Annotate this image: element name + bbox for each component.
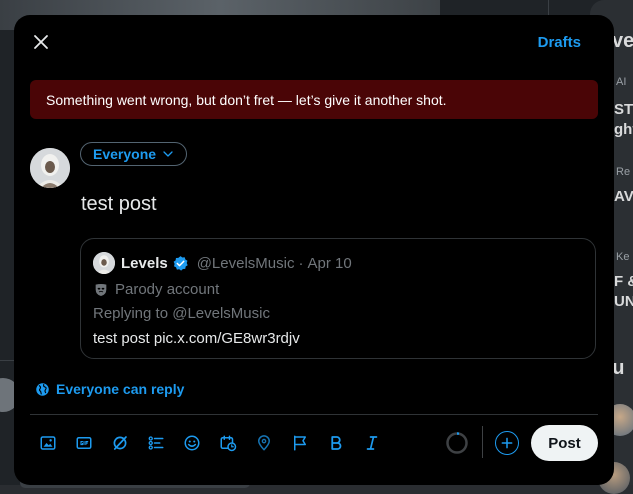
emoji-icon [184,435,200,451]
add-gif-button[interactable] [66,429,102,457]
close-button[interactable] [30,31,52,53]
background-text-fragment: AV S [614,188,633,205]
chevron-down-icon [163,151,173,157]
bold-icon [331,436,342,450]
quoted-author-handle: @LevelsMusic [196,254,295,272]
quoted-post-date: Apr 10 [307,254,352,272]
background-divider [0,360,14,361]
background-text-fragment: ST [614,101,633,118]
gif-icon [76,437,92,449]
toolbar-divider [30,414,598,415]
globe-icon [36,382,49,396]
italic-icon [366,436,378,450]
emoji-button[interactable] [174,429,210,457]
quoted-avatar-image [93,252,115,274]
audience-button[interactable]: Everyone [80,142,188,166]
background-heading-fragment: ve [612,30,633,52]
quoted-post-header: Levels @LevelsMusic · Apr 10 [93,252,352,274]
poll-icon [148,436,164,450]
italic-button[interactable] [354,429,390,457]
background-text-fragment: ght [614,121,633,138]
bold-button[interactable] [318,429,354,457]
schedule-icon [220,435,237,452]
reply-setting-button[interactable]: Everyone can reply [35,381,184,397]
location-button[interactable] [246,429,282,457]
location-icon [258,435,270,451]
reply-setting-label: Everyone can reply [56,381,185,397]
drafts-button[interactable]: Drafts [538,34,581,51]
add-post-button[interactable] [495,431,519,455]
quoted-author-name: Levels [121,254,168,272]
quoted-post-card[interactable]: Levels @LevelsMusic · Apr 10 Parody acco… [80,238,596,359]
grok-button[interactable] [102,429,138,457]
close-icon [34,35,48,49]
schedule-button[interactable] [210,429,246,457]
quoted-post-body: test post pic.x.com/GE8wr3rdjv [93,330,300,347]
mask-icon [95,283,107,296]
post-button[interactable]: Post [531,425,598,461]
post-text-input[interactable]: test post [81,193,157,216]
character-count-ring-icon [446,432,468,454]
flag-icon [294,435,306,451]
add-media-button[interactable] [30,429,66,457]
error-banner: Something went wrong, but don’t fret — l… [30,80,598,119]
compose-toolbar [30,429,390,457]
user-avatar[interactable] [30,148,70,188]
error-message: Something went wrong, but don’t fret — l… [46,91,447,108]
compose-modal: Drafts Something went wrong, but don’t f… [14,15,614,485]
parody-label-row: Parody account [93,281,219,298]
quoted-avatar [93,252,115,274]
separator-dot: · [298,254,304,272]
grok-icon [113,436,127,450]
background-text-fragment: AI [616,76,627,88]
toolbar-separator [482,426,483,458]
tag-button[interactable] [282,429,318,457]
verified-badge-icon [173,255,188,271]
parody-label: Parody account [115,281,220,298]
avatar-image [30,148,70,188]
background-text-fragment: UNDE [614,293,633,310]
audience-label: Everyone [93,146,157,162]
poll-button[interactable] [138,429,174,457]
background-text-fragment: Re [616,166,631,178]
plus-icon [501,437,513,449]
background-text-fragment: Ke [616,251,630,263]
replying-to-label: Replying to @LevelsMusic [93,305,270,322]
background-text-fragment: F & [614,273,633,290]
media-icon [40,436,56,450]
